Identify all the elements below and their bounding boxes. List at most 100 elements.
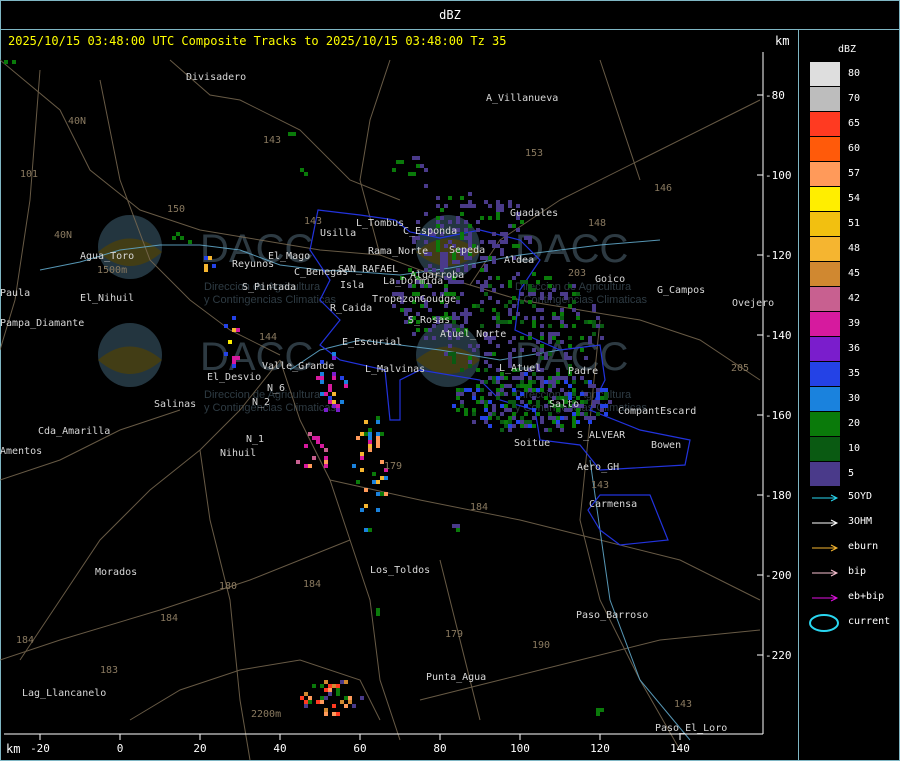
echo-pixel (604, 396, 608, 400)
echo-pixel (512, 416, 516, 420)
echo-pixel (452, 260, 456, 264)
echo-pixel (472, 396, 476, 400)
echo-pixel (520, 424, 524, 428)
y-tick-label: -180 (765, 489, 792, 502)
echo-pixel (488, 376, 492, 380)
place-label: Goudge (420, 294, 456, 305)
echo-pixel (424, 240, 428, 244)
echo-pixel (560, 424, 564, 428)
echo-pixel (556, 424, 560, 428)
echo-pixel (380, 476, 384, 480)
echo-pixel (468, 256, 472, 260)
legend-swatch (810, 262, 840, 286)
echo-pixel (368, 448, 372, 452)
echo-pixel (456, 388, 460, 392)
echo-pixel (528, 388, 532, 392)
echo-pixel (492, 352, 496, 356)
place-label: El_Nihuil (80, 293, 134, 304)
place-label: 143 (304, 216, 322, 227)
echo-pixel (520, 392, 524, 396)
echo-pixel (468, 356, 472, 360)
x-tick-label: 20 (193, 742, 206, 755)
echo-pixel (296, 460, 300, 464)
echo-pixel (484, 264, 488, 268)
echo-pixel (484, 268, 488, 272)
echo-pixel (484, 368, 488, 372)
legend-value: 57 (848, 168, 861, 179)
legend-value: 48 (848, 243, 861, 254)
echo-pixel (232, 356, 236, 360)
place-label: CompantEscard (618, 406, 696, 417)
echo-pixel (344, 380, 348, 384)
echo-pixel (524, 280, 528, 284)
echo-pixel (604, 388, 608, 392)
echo-pixel (368, 428, 372, 432)
echo-pixel (328, 400, 332, 404)
echo-pixel (540, 316, 544, 320)
echo-pixel (476, 304, 480, 308)
place-label: Valle_Grande (262, 361, 334, 372)
echo-pixel (324, 696, 328, 700)
echo-pixel (508, 428, 512, 432)
echo-pixel (368, 440, 372, 444)
echo-pixel (324, 456, 328, 460)
echo-pixel (548, 380, 552, 384)
echo-pixel (456, 216, 460, 220)
echo-pixel (332, 352, 336, 356)
echo-pixel (540, 376, 544, 380)
place-label: Guadales (510, 208, 558, 219)
echo-pixel (500, 204, 504, 208)
echo-pixel (436, 244, 440, 248)
echo-pixel (320, 372, 324, 376)
echo-pixel (568, 356, 572, 360)
echo-pixel (592, 400, 596, 404)
y-tick-label: -140 (765, 329, 792, 342)
place-label: Carmensa (589, 499, 637, 510)
echo-pixel (464, 236, 468, 240)
echo-pixel (324, 408, 328, 412)
echo-pixel (320, 700, 324, 704)
echo-pixel (540, 416, 544, 420)
echo-pixel (552, 332, 556, 336)
echo-pixel (496, 416, 500, 420)
legend-swatch (810, 212, 840, 236)
echo-pixel (456, 392, 460, 396)
echo-pixel (408, 308, 412, 312)
echo-pixel (376, 480, 380, 484)
echo-pixel (544, 396, 548, 400)
echo-pixel (484, 200, 488, 204)
echo-pixel (288, 132, 292, 136)
echo-pixel (364, 504, 368, 508)
echo-pixel (516, 312, 520, 316)
echo-pixel (400, 160, 404, 164)
echo-pixel (332, 376, 336, 380)
place-label: S_Pintada (242, 282, 296, 293)
echo-pixel (488, 296, 492, 300)
place-label: 1500m (97, 265, 127, 276)
echo-pixel (544, 428, 548, 432)
echo-pixel (532, 324, 536, 328)
echo-pixel (316, 440, 320, 444)
echo-pixel (460, 324, 464, 328)
legend-swatch (810, 312, 840, 336)
echo-pixel (548, 416, 552, 420)
echo-pixel (332, 372, 336, 376)
place-label: Paso_El_Loro (655, 723, 727, 734)
x-tick-label: 60 (353, 742, 366, 755)
echo-pixel (536, 352, 540, 356)
place-label: Aldea (504, 255, 534, 266)
radar-map[interactable]: DACC Direccion de Agricultura y Continge… (0, 0, 900, 761)
echo-pixel (500, 392, 504, 396)
echo-pixel (472, 264, 476, 268)
echo-pixel (472, 420, 476, 424)
echo-pixel (464, 412, 468, 416)
echo-pixel (356, 480, 360, 484)
echo-pixel (512, 304, 516, 308)
echo-pixel (540, 324, 544, 328)
echo-pixel (376, 432, 380, 436)
echo-pixel (560, 428, 564, 432)
echo-pixel (600, 404, 604, 408)
echo-pixel (428, 308, 432, 312)
echo-pixel (592, 308, 596, 312)
echo-pixel (560, 320, 564, 324)
